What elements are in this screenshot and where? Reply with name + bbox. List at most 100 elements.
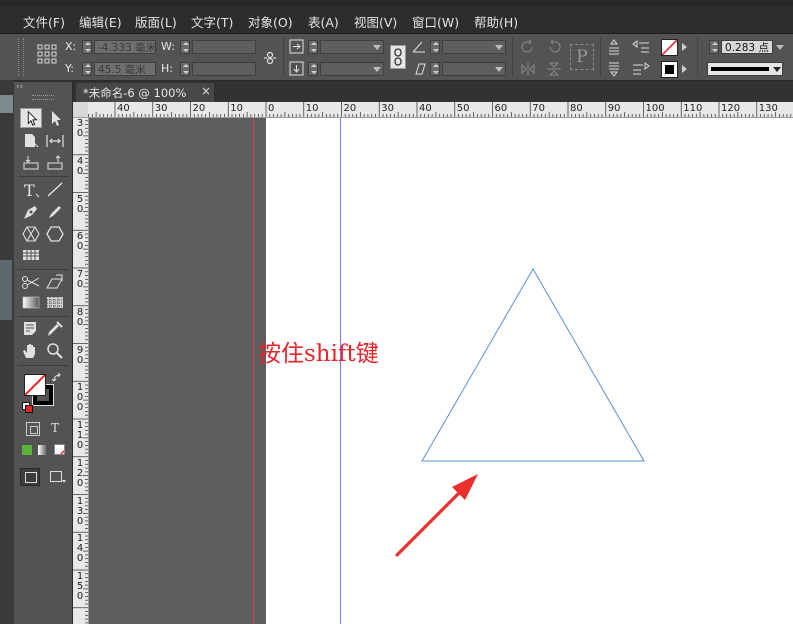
menu-help[interactable]: 帮助(H) — [474, 12, 518, 31]
y-field[interactable]: 45.5 毫米 — [94, 62, 156, 76]
gradient-feather-tool-icon — [47, 297, 63, 308]
document-tab[interactable]: *未命名-6 @ 100% × — [76, 83, 214, 102]
direct-selection-tool[interactable] — [44, 108, 66, 128]
stroke-swatch[interactable] — [661, 61, 678, 78]
menu-layout[interactable]: 版面(L) — [135, 12, 177, 31]
rotate-stepper[interactable] — [430, 40, 440, 54]
menu-edit[interactable]: 编辑(E) — [79, 12, 122, 31]
formatting-container-button[interactable] — [26, 422, 40, 436]
content-collector-tool[interactable] — [20, 153, 42, 173]
shear-stepper[interactable] — [430, 62, 440, 76]
shift-key-annotation: 按住shift键 — [258, 341, 379, 367]
toolbox-collapse-icon[interactable]: ‹‹ — [16, 83, 70, 92]
select-content-icon[interactable] — [606, 61, 622, 77]
close-tab-icon[interactable]: × — [201, 84, 211, 98]
horizontal-ruler-label: 10 — [230, 103, 243, 114]
horizontal-ruler-label: 10 — [305, 103, 319, 114]
fill-none-swatch[interactable] — [661, 39, 678, 56]
gap-tool-icon — [46, 135, 64, 147]
vertical-ruler-label: 100 — [76, 382, 84, 414]
swap-fill-stroke-icon[interactable] — [52, 372, 64, 384]
scale-x-dropdown-icon[interactable] — [373, 45, 381, 50]
fill-menu-arrow-icon[interactable] — [682, 43, 687, 51]
table-tool[interactable] — [20, 245, 42, 265]
apply-color-button[interactable] — [22, 445, 32, 455]
panel-grip-icon[interactable] — [18, 38, 24, 76]
default-fill-stroke-icon[interactable] — [22, 402, 33, 413]
y-stepper[interactable] — [82, 62, 92, 76]
x-stepper[interactable] — [82, 40, 92, 54]
flip-vertical-icon[interactable] — [546, 61, 562, 77]
scale-y-stepper[interactable] — [308, 62, 318, 76]
rectangle-frame-tool-icon — [22, 226, 40, 242]
shear-dropdown-icon[interactable] — [495, 67, 503, 72]
selection-tool[interactable] — [20, 108, 42, 128]
gap-tool[interactable] — [44, 131, 66, 151]
rectangle-tool[interactable] — [44, 224, 66, 244]
apply-none-button[interactable] — [54, 444, 65, 455]
horizontal-ruler[interactable]: 40 30 20 10 0 10 20 30 40 50 60 70 80 90 100 110 120 130 — [88, 102, 793, 118]
scissors-tool[interactable] — [20, 272, 42, 292]
stroke-type-select[interactable] — [707, 62, 783, 76]
gradient-swatch-tool[interactable] — [20, 292, 42, 312]
scale-y-dropdown-icon[interactable] — [373, 67, 381, 72]
select-container-icon[interactable] — [606, 39, 622, 55]
formatting-text-button[interactable]: T — [48, 421, 62, 435]
stroke-weight-dropdown-icon[interactable] — [776, 45, 784, 50]
stroke-weight-field[interactable]: 0.283 点 — [721, 40, 773, 54]
pen-tool[interactable] — [20, 202, 42, 222]
rotate-dropdown-icon[interactable] — [495, 45, 503, 50]
type-tool[interactable]: T — [20, 180, 42, 200]
menu-bar: 文件(F) 编辑(E) 版面(L) 文字(T) 对象(O) 表(A) 视图(V)… — [0, 0, 793, 34]
free-transform-tool[interactable] — [44, 272, 66, 292]
toolbox-divider — [18, 316, 68, 317]
gradient-feather-tool[interactable] — [44, 292, 66, 312]
menu-table[interactable]: 表(A) — [308, 12, 339, 31]
normal-view-button[interactable] — [20, 468, 40, 486]
menu-type[interactable]: 文字(T) — [191, 12, 233, 31]
menu-view[interactable]: 视图(V) — [354, 12, 397, 31]
divider — [512, 37, 513, 77]
select-next-object-icon[interactable] — [632, 61, 650, 77]
triangle-shape[interactable] — [421, 268, 645, 462]
select-previous-object-icon[interactable] — [632, 39, 650, 55]
vertical-ruler-label: 90 — [76, 344, 84, 366]
rotate-cw-icon[interactable] — [520, 39, 536, 55]
h-field[interactable] — [192, 62, 256, 76]
fill-stroke-proxy[interactable] — [22, 372, 64, 414]
stroke-weight-stepper[interactable] — [709, 40, 719, 54]
zoom-tool[interactable] — [44, 341, 66, 361]
y-label: Y: — [65, 62, 74, 75]
line-tool[interactable] — [44, 180, 66, 200]
flip-horizontal-icon[interactable] — [520, 61, 536, 77]
w-stepper[interactable] — [180, 40, 190, 54]
stroke-menu-arrow-icon[interactable] — [682, 65, 687, 73]
eyedropper-tool[interactable] — [44, 319, 66, 339]
x-field[interactable]: -4.333 毫米 — [94, 40, 156, 54]
ruler-origin[interactable] — [73, 102, 89, 118]
content-placer-tool[interactable] — [44, 153, 66, 173]
constrain-scale-button[interactable] — [390, 45, 406, 69]
menu-object[interactable]: 对象(O) — [248, 12, 293, 31]
reference-point-icon[interactable] — [37, 44, 57, 64]
scale-x-stepper[interactable] — [308, 40, 318, 54]
screen-mode-button[interactable] — [46, 468, 66, 486]
page-tool[interactable] — [20, 131, 42, 151]
pencil-tool[interactable] — [44, 202, 66, 222]
left-dock-tab — [0, 95, 13, 113]
rotate-ccw-icon[interactable] — [546, 39, 562, 55]
rectangle-frame-tool[interactable] — [20, 224, 42, 244]
w-field[interactable] — [192, 40, 256, 54]
menu-window[interactable]: 窗口(W) — [412, 12, 459, 31]
toolbox-grip-icon[interactable] — [32, 95, 54, 100]
direct-selection-tool-icon — [52, 111, 61, 126]
note-tool[interactable] — [20, 319, 42, 339]
hand-tool[interactable] — [20, 341, 42, 361]
h-stepper[interactable] — [180, 62, 190, 76]
vertical-ruler[interactable]: 30 40 50 60 70 80 90 100 110 120 130 140 150 — [73, 117, 89, 624]
apply-gradient-button[interactable] — [38, 445, 48, 455]
horizontal-ruler-label: 70 — [532, 103, 545, 114]
h-label: H: — [161, 62, 173, 75]
menu-file[interactable]: 文件(F) — [23, 12, 65, 31]
constrain-proportions-icon[interactable] — [262, 50, 278, 66]
